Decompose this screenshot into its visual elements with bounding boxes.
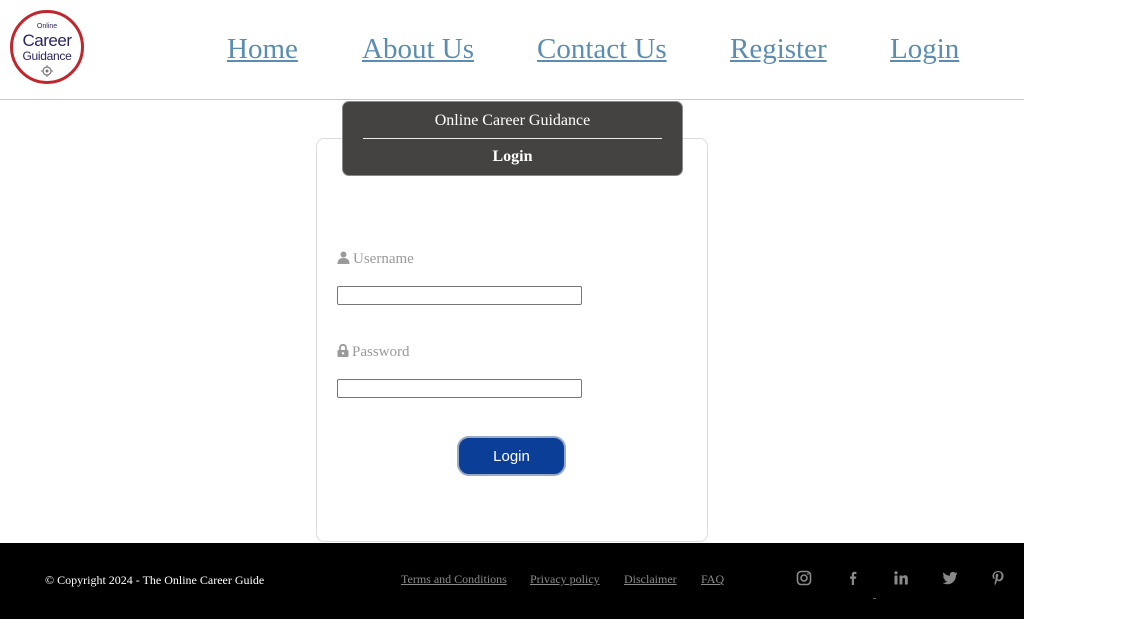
username-input[interactable] bbox=[337, 286, 582, 305]
linkedin-icon[interactable] bbox=[893, 570, 909, 586]
pinterest-icon[interactable] bbox=[990, 570, 1006, 586]
instagram-icon[interactable] bbox=[796, 570, 812, 586]
copyright-text: © Copyright 2024 - The Online Career Gui… bbox=[45, 573, 265, 587]
facebook-icon[interactable] bbox=[845, 570, 861, 586]
site-footer: © Copyright 2024 - The Online Career Gui… bbox=[0, 543, 1024, 619]
user-icon bbox=[337, 251, 350, 264]
compass-icon bbox=[41, 65, 53, 77]
footer-faq-link[interactable]: FAQ bbox=[701, 572, 724, 587]
footer-privacy-link[interactable]: Privacy policy bbox=[530, 572, 600, 587]
password-input[interactable] bbox=[337, 379, 582, 398]
username-label-text: Username bbox=[353, 251, 414, 267]
site-header: Online Career Guidance Home About Us Con… bbox=[0, 0, 1024, 100]
nav-contact-link[interactable]: Contact Us bbox=[537, 32, 667, 66]
login-card bbox=[316, 138, 708, 542]
twitter-icon[interactable] bbox=[942, 570, 958, 586]
logo-text-online: Online bbox=[36, 23, 58, 30]
logo-text-guidance: Guidance bbox=[22, 49, 72, 63]
footer-terms-link[interactable]: Terms and Conditions bbox=[401, 572, 507, 587]
logo-text-career: Career bbox=[22, 31, 72, 50]
username-label: Username bbox=[337, 250, 414, 268]
nav-register-link[interactable]: Register bbox=[730, 32, 827, 66]
password-label-text: Password bbox=[352, 344, 410, 360]
footer-disclaimer-link[interactable]: Disclaimer bbox=[624, 572, 677, 587]
card-subtitle: Login bbox=[492, 148, 533, 165]
nav-about-link[interactable]: About Us bbox=[362, 32, 474, 66]
password-label: Password bbox=[337, 343, 410, 361]
nav-login-link[interactable]: Login bbox=[890, 32, 959, 66]
lock-icon bbox=[337, 343, 349, 357]
footer-separator-mark bbox=[873, 598, 876, 599]
card-header-divider bbox=[363, 138, 662, 139]
nav-home-link[interactable]: Home bbox=[227, 32, 298, 66]
site-logo[interactable]: Online Career Guidance bbox=[10, 10, 84, 84]
login-submit-button[interactable]: Login bbox=[457, 436, 566, 476]
login-card-header: Online Career Guidance Login bbox=[342, 101, 683, 176]
card-title: Online Career Guidance bbox=[434, 112, 591, 129]
